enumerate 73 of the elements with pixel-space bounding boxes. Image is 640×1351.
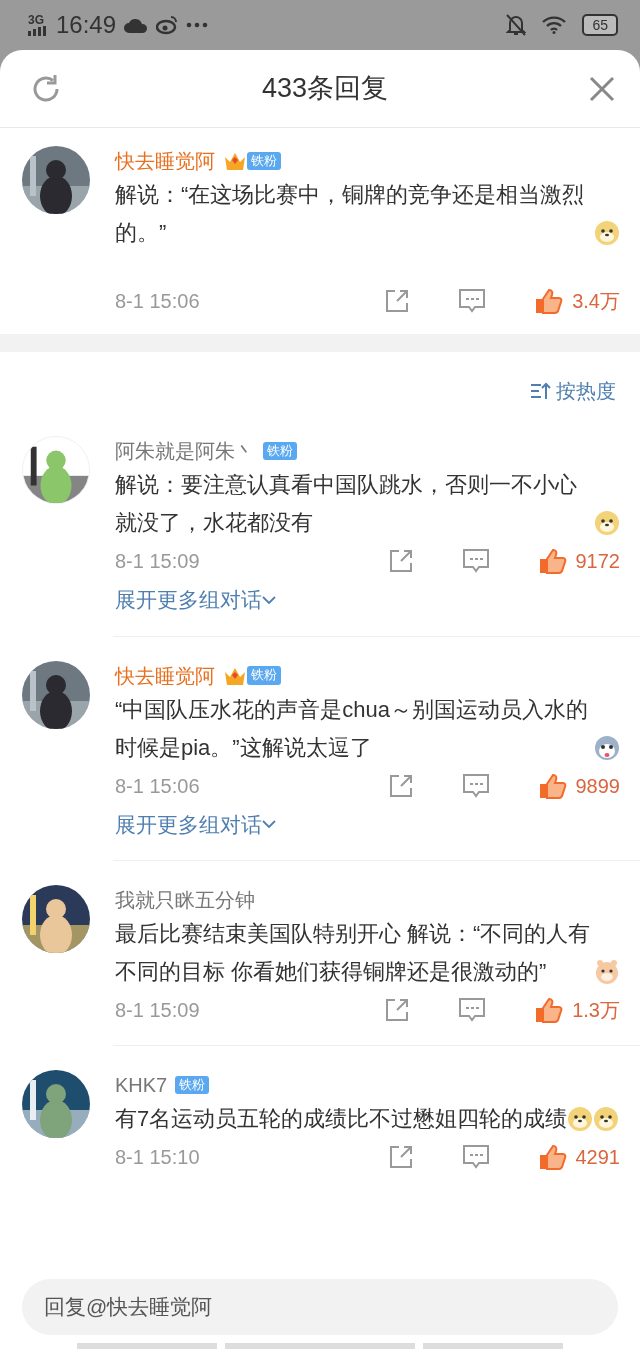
share-button[interactable] (387, 772, 414, 799)
comment-icon (458, 288, 487, 314)
user-name[interactable]: 快去睡觉阿 (115, 660, 215, 691)
husky-face-icon (594, 734, 620, 761)
share-button[interactable] (384, 997, 411, 1023)
dog-face-icon (594, 220, 620, 246)
close-button[interactable] (588, 74, 616, 103)
thumbs-up-icon (537, 1143, 568, 1171)
fan-badge: 铁粉 (263, 441, 297, 461)
sort-button[interactable]: 按热度 (530, 376, 616, 406)
comment-text: 解说：“在这场比赛中，铜牌的竞争还是相当激烈的。” (115, 181, 586, 247)
chevron-down-icon (262, 594, 276, 605)
dog-face-icon (594, 510, 620, 536)
timestamp: 8-1 15:10 (115, 1145, 200, 1170)
more-icon (186, 22, 209, 28)
share-button[interactable] (384, 288, 411, 314)
signal-icon (28, 26, 48, 36)
comment-icon (461, 1144, 490, 1170)
timestamp: 8-1 15:06 (115, 289, 200, 314)
timestamp: 8-1 15:09 (115, 998, 200, 1023)
comment-text: 解说：要注意认真看中国队跳水，否则一不小心就没了，水花都没有 (115, 471, 578, 537)
share-button[interactable] (387, 548, 414, 574)
comment-icon (461, 772, 490, 799)
fan-badge: 铁粉 (175, 1075, 210, 1095)
share-icon (384, 288, 411, 314)
timestamp: 8-1 15:06 (115, 773, 200, 799)
comment-button[interactable] (461, 548, 490, 574)
close-icon (588, 74, 616, 103)
comment-button[interactable] (458, 288, 487, 314)
thumbs-up-icon (534, 996, 565, 1024)
muted-bell-icon (506, 14, 527, 36)
expand-link[interactable]: 展开更多组对话 (115, 808, 276, 840)
comment-text: 有7名运动员五轮的成绩比不过懋姐四轮的成绩 (115, 1105, 568, 1133)
user-name[interactable]: 快去睡觉阿 (115, 146, 215, 176)
wifi-icon (542, 16, 567, 34)
user-name[interactable]: 我就只眯五分钟 (115, 885, 255, 915)
share-icon (387, 1144, 414, 1170)
sort-icon (530, 381, 552, 401)
timestamp: 8-1 15:09 (115, 549, 200, 574)
comment-icon (458, 997, 487, 1023)
dog-face-icon (567, 1106, 594, 1132)
user-name[interactable]: KHK7 (115, 1070, 168, 1100)
like-button[interactable]: 1.3万 (534, 995, 620, 1025)
expand-link[interactable]: 展开更多组对话 (115, 584, 276, 616)
comment-button[interactable] (461, 772, 490, 799)
comment-text: 最后比赛结束美国队特别开心 解说：“不同的人有不同的目标 你看她们获得铜牌还是很激动的” (115, 920, 592, 986)
network-label: 3G (28, 14, 44, 26)
user-name[interactable]: 阿朱就是阿朱丶 (115, 436, 255, 466)
reply-field[interactable]: 回复@快去睡觉阿 (22, 1279, 618, 1335)
share-icon (387, 548, 414, 574)
dog-face-icon (593, 1106, 620, 1132)
comment-button[interactable] (461, 1144, 490, 1170)
weibo-icon (156, 15, 179, 35)
share-button[interactable] (387, 1144, 414, 1170)
chevron-down-icon (262, 819, 276, 830)
battery-level: 65 (582, 14, 618, 36)
sheet-title: 433条回复 (261, 72, 389, 106)
thumbs-up-icon (537, 547, 568, 575)
like-button[interactable]: 9172 (537, 546, 620, 576)
thumbs-up-icon (537, 771, 568, 800)
like-button[interactable]: 3.4万 (534, 286, 620, 316)
share-icon (384, 997, 411, 1023)
comment-button[interactable] (458, 997, 487, 1023)
comment-icon (461, 548, 490, 574)
share-icon (387, 772, 414, 799)
hamster-face-icon (594, 959, 620, 985)
comment-text: “中国队压水花的声音是chua～别国运动员入水的时候是pia。”这解说太逗了 (115, 695, 590, 762)
fan-badge: 铁粉 (247, 666, 281, 685)
clock-time: 16:49 (56, 10, 117, 40)
like-button[interactable]: 9899 (537, 770, 620, 801)
like-button[interactable]: 4291 (537, 1142, 620, 1172)
fan-badge: 铁粉 (247, 151, 281, 171)
thumbs-up-icon (534, 287, 565, 315)
